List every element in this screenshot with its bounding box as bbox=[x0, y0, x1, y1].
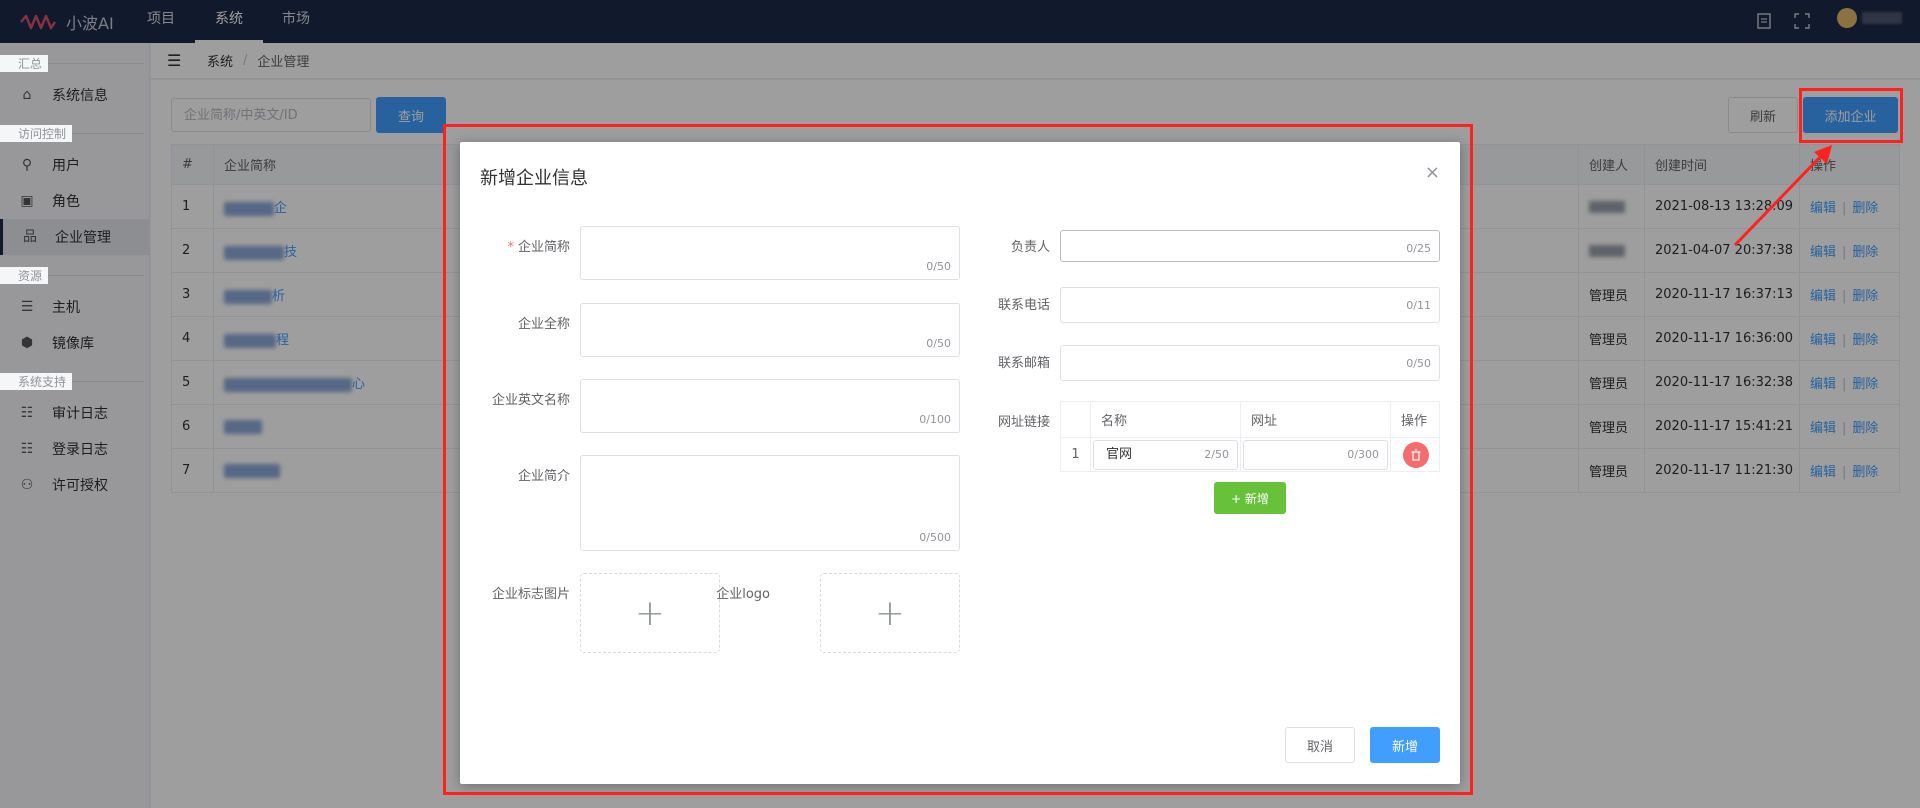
highlight-dialog bbox=[443, 124, 1473, 795]
highlight-add-button bbox=[1799, 88, 1903, 143]
